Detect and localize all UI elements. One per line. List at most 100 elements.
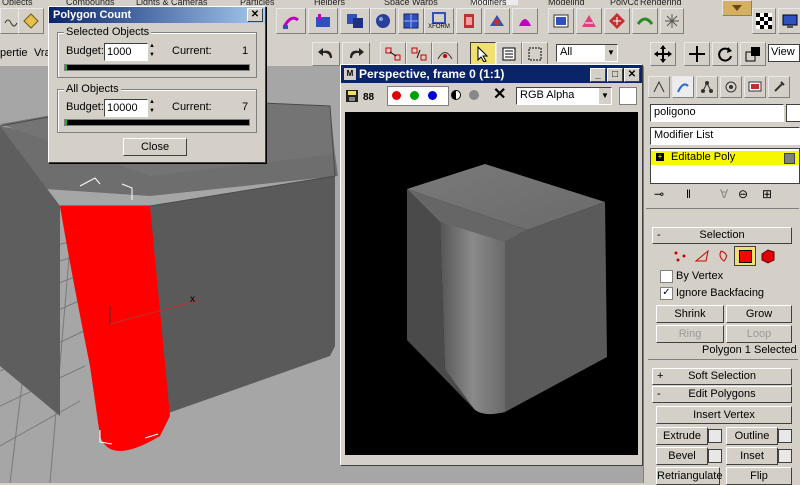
expand-icon[interactable]: + [656,153,664,161]
extrude-settings-icon[interactable] [708,429,722,443]
selected-polygon[interactable] [60,206,170,451]
select-move-button[interactable] [650,42,676,66]
twist-modifier-button[interactable] [340,8,370,34]
selected-budget-spinner[interactable]: ▲ ▼ [147,43,157,59]
create-tab-icon[interactable] [648,76,670,98]
object-name-input[interactable]: poligono [650,104,784,122]
tab-rendering[interactable]: Rendering [640,0,702,5]
show-end-result-icon[interactable]: ‖ [686,187,691,201]
bend-modifier-button[interactable] [276,8,306,34]
object-color-swatch[interactable] [786,104,800,122]
taper-modifier-button[interactable] [308,8,338,34]
blue-channel-toggle[interactable] [428,91,437,100]
insert-vertex-button[interactable]: Insert Vertex [656,406,792,424]
bind-spacewarp-button[interactable] [432,42,458,66]
utilities-tab-icon[interactable] [768,76,790,98]
configure-sets-icon[interactable]: ⊞ [762,187,772,201]
shrinkwrap-button[interactable] [632,8,658,34]
maximize-icon[interactable]: □ [607,68,623,82]
pin-stack-icon[interactable]: ⊸ [654,187,664,201]
border-icon[interactable] [716,249,732,263]
modifier-list-dropdown[interactable]: Modifier List [650,127,800,145]
noise-modifier-button[interactable] [398,8,424,34]
spinner-down-icon[interactable]: ▼ [147,108,157,115]
select-link-button[interactable] [380,42,406,66]
redo-button[interactable] [342,42,370,66]
bevel-settings-icon[interactable] [708,449,722,463]
selection-filter-dropdown[interactable]: All ▼ [556,44,618,62]
tab-modeling[interactable]: Modeling [548,0,594,5]
green-channel-toggle[interactable] [410,91,419,100]
ffd-modifier-button[interactable] [484,8,510,34]
display-tab-icon[interactable] [744,76,766,98]
clear-icon[interactable]: ✕ [493,87,507,103]
by-vertex-checkbox[interactable] [660,270,673,283]
retriangulate-button[interactable]: Retriangulate [656,467,722,485]
clone-icon[interactable]: 88 [363,89,379,103]
unlink-button[interactable] [406,42,432,66]
tab-lights-cameras[interactable]: Lights & Cameras [136,0,216,5]
flip-button[interactable]: Flip [726,467,792,485]
color-swatch[interactable] [619,87,637,105]
selection-rollout-header[interactable]: - Selection [652,227,792,244]
all-budget-spinner[interactable]: ▲ ▼ [147,99,157,115]
modify-tab-icon[interactable] [672,76,694,98]
channel-display-dropdown[interactable]: RGB Alpha ▼ [516,87,612,105]
outline-settings-icon[interactable] [778,429,792,443]
reference-coordinate-dropdown[interactable]: View [768,44,800,62]
element-icon[interactable] [760,248,776,264]
mono-toggle-icon[interactable] [451,90,461,100]
loop-button[interactable]: Loop [726,325,792,343]
close-button[interactable]: Close [123,138,187,156]
edge-icon[interactable] [694,249,710,263]
select-by-name-button[interactable] [496,42,522,66]
minimize-icon[interactable]: _ [590,68,606,82]
red-channel-toggle[interactable] [392,91,401,100]
remove-modifier-icon[interactable]: ⊖ [738,187,748,201]
selected-budget-input[interactable]: 1000 [104,43,148,61]
mesh-smooth-button[interactable] [548,8,574,34]
render-output-button[interactable] [778,8,800,34]
tab-polycount[interactable]: PolyCount [610,0,638,5]
spherify-modifier-button[interactable] [370,8,396,34]
select-scale-button[interactable] [740,42,766,66]
select-rotate-button[interactable] [712,42,738,66]
tab-helpers[interactable]: Helpers [314,0,358,5]
vertex-icon[interactable] [672,249,688,263]
stack-item-editable-poly[interactable]: + Editable Poly [651,151,799,165]
compound-icon-button[interactable] [18,8,44,34]
stretch-modifier-button[interactable] [456,8,482,34]
edit-poly-button[interactable] [576,8,602,34]
undo-button[interactable] [312,42,340,66]
tab-compounds[interactable]: Compounds [66,0,122,5]
render-window-titlebar[interactable]: M Perspective, frame 0 (1:1) _ □ ✕ [341,65,642,83]
xform-modifier-button[interactable]: XFORM [424,8,454,34]
shell-modifier-button[interactable] [512,8,538,34]
alpha-toggle-icon[interactable] [469,90,479,100]
polygon-subobject-button[interactable] [734,246,756,266]
tab-objects[interactable]: Objects [2,0,42,5]
select-move-alt-button[interactable] [684,42,710,66]
hierarchy-tab-icon[interactable] [696,76,718,98]
spinner-up-icon[interactable]: ▲ [147,43,157,50]
inset-button[interactable]: Inset [726,447,778,465]
shrink-button[interactable]: Shrink [656,305,724,323]
ignore-backfacing-checkbox[interactable]: ✓ [660,287,673,300]
render-dropdown-button[interactable] [722,0,752,16]
motion-tab-icon[interactable] [720,76,742,98]
grow-button[interactable]: Grow [726,305,792,323]
tab-particles[interactable]: Particles [240,0,290,5]
close-icon[interactable]: ✕ [624,68,640,82]
extrude-button[interactable]: Extrude [656,427,708,445]
ring-button[interactable]: Ring [656,325,724,343]
all-budget-input[interactable]: 10000 [104,99,148,117]
select-object-button[interactable] [470,42,496,66]
spinner-up-icon[interactable]: ▲ [147,99,157,106]
make-unique-icon[interactable]: ∀ [720,187,728,201]
tab-modifiers[interactable]: Modifiers [470,0,518,5]
close-icon[interactable]: ✕ [247,8,263,22]
spinner-down-icon[interactable]: ▼ [147,52,157,59]
checker-map-button[interactable] [752,8,776,34]
region-select-button[interactable] [522,42,548,66]
edit-polygons-rollout-header[interactable]: - Edit Polygons [652,386,792,403]
